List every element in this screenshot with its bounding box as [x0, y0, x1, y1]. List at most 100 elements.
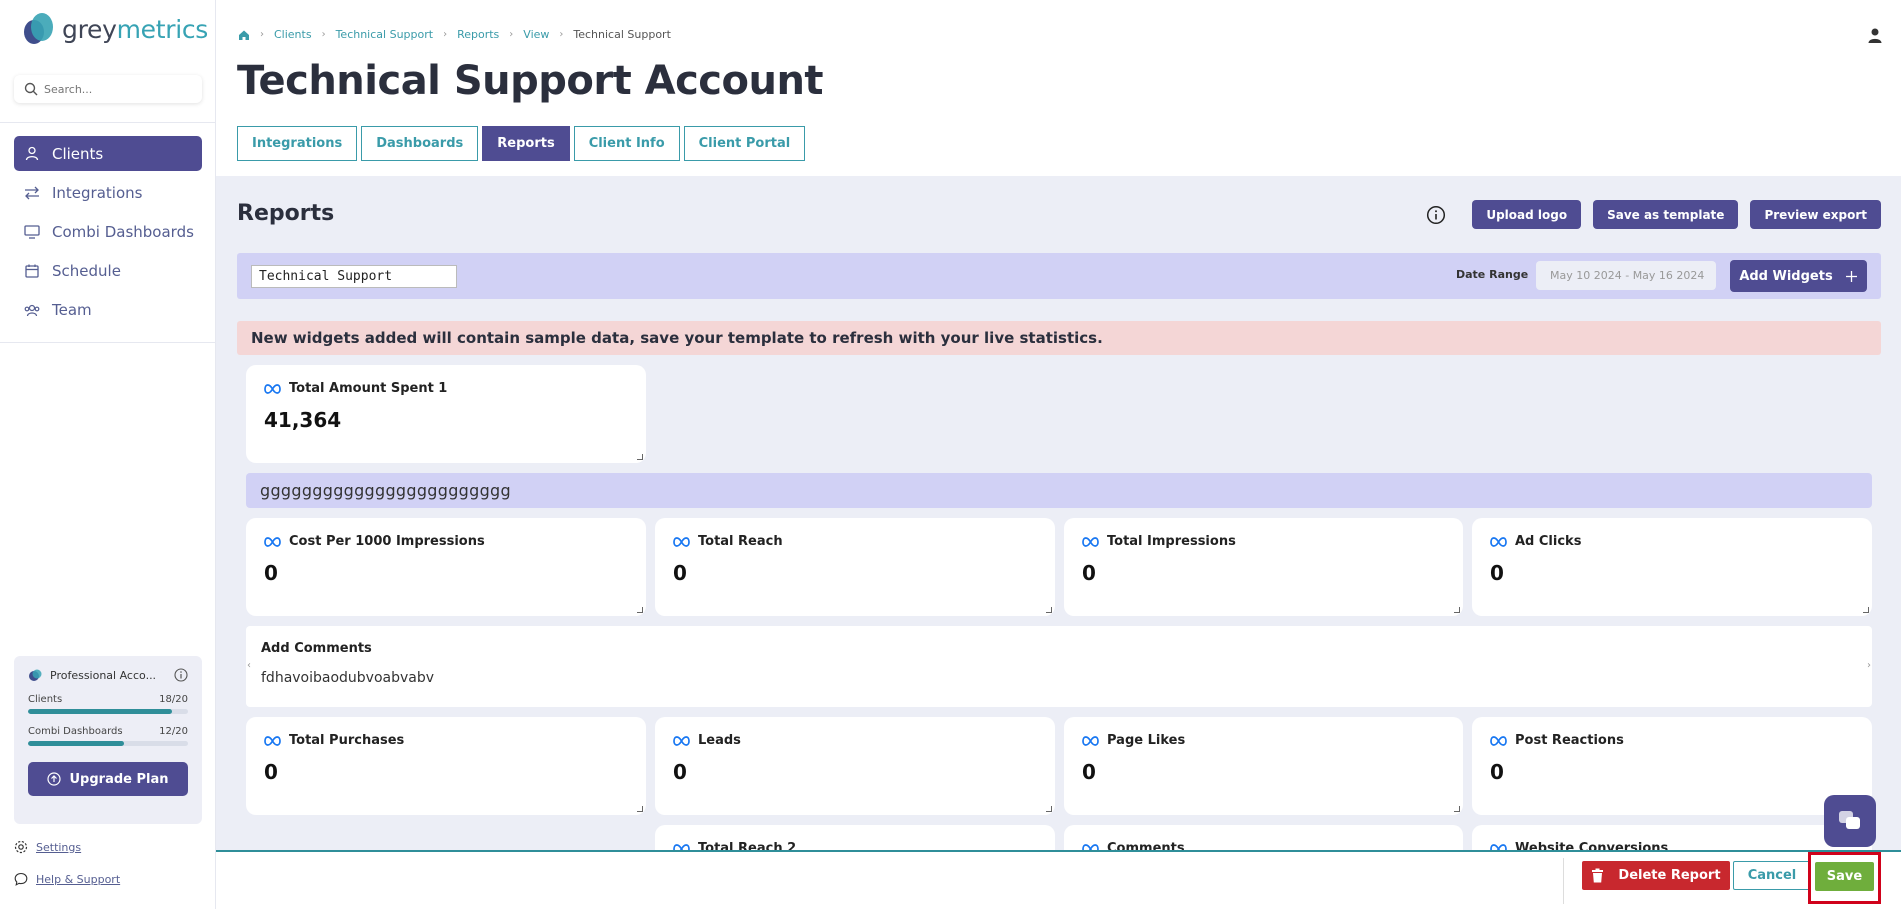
save-button[interactable]: Save	[1815, 862, 1874, 891]
logo[interactable]: greymetrics	[18, 12, 208, 46]
logo-icon	[24, 13, 53, 44]
divider	[0, 122, 216, 123]
info-icon[interactable]	[174, 668, 188, 682]
settings-link[interactable]: Settings	[14, 840, 81, 854]
dashboards-usage-count: 12/20	[159, 726, 188, 737]
chat-icon	[1839, 811, 1860, 829]
arrows-swap-icon	[24, 185, 40, 201]
breadcrumb-client[interactable]: Technical Support	[336, 28, 434, 41]
tab-client-portal[interactable]: Client Portal	[683, 126, 806, 161]
widget-total-impressions[interactable]: Total Impressions 0	[1064, 518, 1463, 616]
widget-total-reach[interactable]: Total Reach 0	[655, 518, 1055, 616]
breadcrumb-clients[interactable]: Clients	[274, 28, 312, 41]
settings-label: Settings	[36, 840, 82, 854]
resize-handle[interactable]	[637, 454, 643, 460]
resize-handle[interactable]	[637, 806, 643, 812]
widget-label: Post Reactions	[1515, 733, 1624, 748]
account-icon[interactable]	[1867, 27, 1883, 44]
help-support-link[interactable]: Help & Support	[14, 872, 120, 886]
delete-report-label: Delete Report	[1618, 868, 1721, 883]
sidebar-item-team[interactable]: Team	[14, 292, 202, 327]
resize-handle[interactable]	[1046, 607, 1052, 613]
tab-dashboards[interactable]: Dashboards	[361, 126, 479, 161]
sidebar-item-combi-dashboards[interactable]: Combi Dashboards	[14, 214, 202, 249]
tab-reports[interactable]: Reports	[482, 126, 570, 161]
meta-icon	[673, 536, 690, 547]
chevron-right-icon: ›	[559, 29, 564, 40]
resize-handle[interactable]	[1046, 806, 1052, 812]
widget-label: Total Amount Spent 1	[289, 381, 448, 396]
delete-report-button[interactable]: Delete Report	[1582, 861, 1730, 890]
save-as-template-button[interactable]: Save as template	[1593, 200, 1739, 229]
sidebar-item-integrations[interactable]: Integrations	[14, 175, 202, 210]
upload-logo-button[interactable]: Upload logo	[1472, 200, 1582, 229]
cancel-button[interactable]: Cancel	[1733, 861, 1811, 890]
search-input[interactable]	[44, 82, 194, 96]
resize-handle[interactable]	[637, 607, 643, 613]
widget-label: Leads	[698, 733, 741, 748]
divider	[0, 342, 216, 343]
plan-title: Professional Acco...	[50, 668, 157, 682]
divider	[1563, 858, 1564, 904]
add-widgets-button[interactable]: Add Widgets	[1730, 260, 1867, 292]
sidebar-item-label: Clients	[52, 144, 104, 163]
sidebar: greymetrics Clients Integrations Combi D…	[0, 0, 216, 909]
chevron-right-icon[interactable]: ›	[1867, 660, 1871, 671]
upgrade-plan-button[interactable]: Upgrade Plan	[28, 762, 188, 796]
dashboards-usage-fill	[28, 741, 124, 746]
widget-total-purchases[interactable]: Total Purchases 0	[246, 717, 646, 815]
sidebar-item-clients[interactable]: Clients	[14, 136, 202, 171]
widget-leads[interactable]: Leads 0	[655, 717, 1055, 815]
breadcrumb-reports[interactable]: Reports	[457, 28, 499, 41]
sidebar-item-schedule[interactable]: Schedule	[14, 253, 202, 288]
upgrade-arrow-icon	[47, 772, 62, 786]
info-icon[interactable]	[1426, 205, 1446, 225]
trash-icon	[1592, 868, 1604, 883]
comments-title: Add Comments	[261, 641, 372, 656]
date-range-picker[interactable]: May 10 2024 - May 16 2024	[1536, 261, 1716, 290]
breadcrumb-current: Technical Support	[573, 28, 671, 41]
breadcrumb-view[interactable]: View	[523, 28, 549, 41]
widget-value: 0	[1082, 561, 1096, 585]
reports-title: Reports	[237, 201, 335, 226]
widget-value: 0	[264, 760, 278, 784]
widget-page-likes[interactable]: Page Likes 0	[1064, 717, 1463, 815]
client-tabs: Integrations Dashboards Reports Client I…	[237, 126, 806, 161]
dashboards-usage-bar	[28, 741, 188, 746]
widget-value: 0	[264, 561, 278, 585]
team-icon	[24, 302, 40, 318]
resize-handle[interactable]	[1454, 806, 1460, 812]
date-range-label: Date Range	[1456, 268, 1529, 281]
widget-post-reactions[interactable]: Post Reactions 0	[1472, 717, 1872, 815]
resize-handle[interactable]	[1863, 607, 1869, 613]
chat-bubble-icon	[14, 872, 28, 886]
report-name-input[interactable]	[251, 265, 457, 288]
widget-value: 0	[1490, 760, 1504, 784]
sidebar-item-label: Integrations	[52, 183, 143, 202]
home-icon[interactable]	[238, 29, 250, 41]
meta-icon	[1082, 735, 1099, 746]
comments-widget[interactable]: Add Comments fdhavoibaodubvoabvabv ‹ ›	[246, 626, 1872, 707]
gear-icon	[14, 840, 28, 854]
tab-integrations[interactable]: Integrations	[237, 126, 358, 161]
widget-ad-clicks[interactable]: Ad Clicks 0	[1472, 518, 1872, 616]
breadcrumb: › Clients › Technical Support › Reports …	[238, 28, 671, 41]
sample-data-alert: New widgets added will contain sample da…	[237, 321, 1881, 355]
widget-cost-per-1000-impressions[interactable]: Cost Per 1000 Impressions 0	[246, 518, 646, 616]
plan-usage-card: Professional Acco... Clients 18/20 Combi…	[14, 656, 202, 824]
sidebar-nav: Clients Integrations Combi Dashboards Sc…	[14, 136, 202, 331]
chevron-left-icon[interactable]: ‹	[247, 660, 251, 671]
tab-client-info[interactable]: Client Info	[573, 126, 680, 161]
action-footer: Delete Report Cancel Save	[216, 850, 1901, 909]
preview-export-button[interactable]: Preview export	[1750, 200, 1881, 229]
widget-total-amount-spent[interactable]: Total Amount Spent 1 41,364	[246, 365, 646, 463]
chat-button[interactable]	[1824, 795, 1876, 847]
search-box[interactable]	[14, 75, 202, 103]
text-widget[interactable]: gggggggggggggggggggggggg	[246, 473, 1872, 508]
report-actions: Upload logo Save as template Preview exp…	[1426, 200, 1881, 229]
help-support-label: Help & Support	[36, 872, 121, 886]
resize-handle[interactable]	[1454, 607, 1460, 613]
widget-label: Ad Clicks	[1515, 534, 1582, 549]
sidebar-item-label: Schedule	[52, 261, 121, 280]
monitor-icon	[24, 224, 40, 240]
